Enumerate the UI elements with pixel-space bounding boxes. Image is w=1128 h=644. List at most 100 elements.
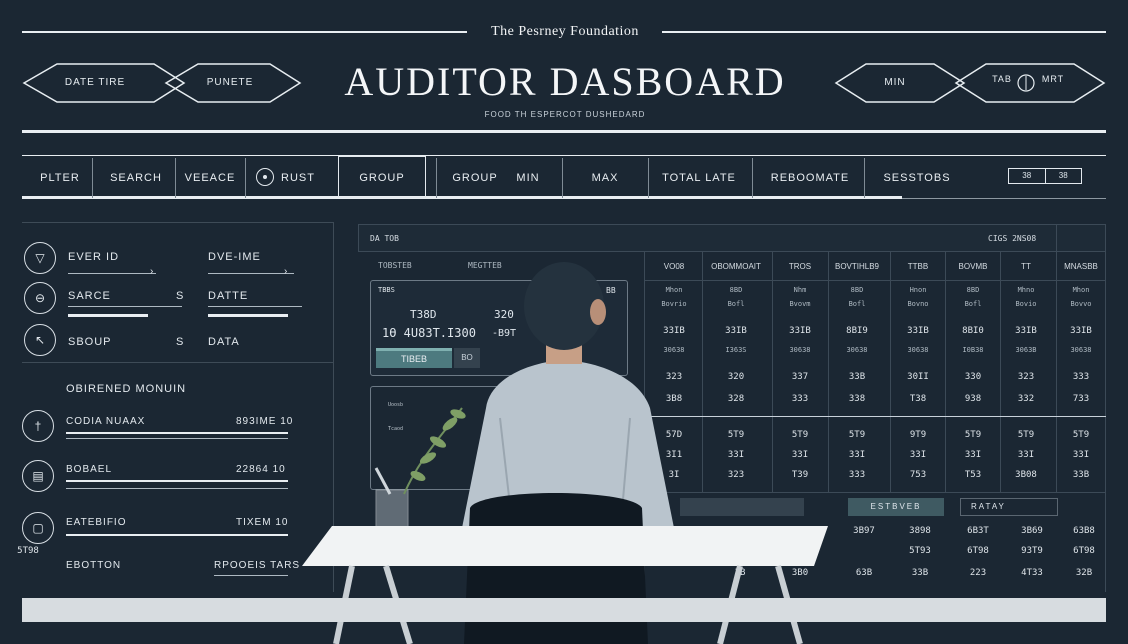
table-cell: T53: [964, 470, 982, 480]
table-cell: 323: [1017, 372, 1035, 382]
table-cell: 93T9: [1021, 546, 1043, 556]
link-icon[interactable]: ⊖: [24, 282, 56, 314]
dve-ime-label: DVE-IME: [208, 251, 261, 263]
min-tag[interactable]: MIN: [870, 77, 920, 88]
table-cell: Mhon: [1072, 286, 1090, 294]
toolbar-divider: [562, 158, 563, 198]
max-tool[interactable]: MAX: [572, 158, 638, 198]
cursor-icon[interactable]: ↖: [24, 324, 56, 356]
punete-tag[interactable]: PUNETE: [185, 77, 275, 88]
mrt-tag[interactable]: MRT: [1036, 74, 1070, 84]
table-cell: 733: [1072, 394, 1090, 404]
toolbar-divider: [648, 158, 649, 198]
pin-icon[interactable]: †: [22, 410, 54, 442]
table-cell: 8BD: [966, 286, 980, 294]
table-cell: 32B: [1075, 568, 1093, 578]
left-panel-top: [22, 222, 334, 223]
table-cell: 33B: [1072, 470, 1090, 480]
tab-tag[interactable]: TAB: [985, 74, 1019, 84]
table-cell: 33IB: [1015, 326, 1037, 336]
main-header-right: CIGS 2NS08: [988, 234, 1037, 243]
toggle-option-1[interactable]: 38: [1009, 169, 1046, 183]
bobael-value: 22864 10: [236, 464, 286, 475]
status-chip-1[interactable]: ESTBVEB: [848, 498, 944, 516]
toolbar-divider: [864, 158, 865, 198]
table-cell: I0B38: [962, 346, 984, 354]
bobael-underline: [66, 488, 288, 489]
box-icon[interactable]: ▢: [22, 512, 54, 544]
filter-icon[interactable]: ▽: [24, 242, 56, 274]
table-cell: Bofl: [964, 300, 982, 308]
column-header[interactable]: TT: [998, 262, 1054, 271]
ever-id-arrow-line: [68, 273, 156, 274]
table-cell: 3898: [909, 526, 931, 536]
bobael-label: BOBAEL: [66, 464, 113, 475]
table-cell: 6T98: [967, 546, 989, 556]
codia-value: 893IME 10: [236, 416, 294, 427]
date-time-tag[interactable]: DATE TIRE: [50, 77, 140, 88]
floor-band: [22, 598, 1106, 622]
view-toggle[interactable]: 38 38: [1008, 168, 1082, 184]
table-cell: Bovvo: [1070, 300, 1092, 308]
ever-id-label: EVER ID: [68, 251, 120, 263]
table-cell: 5T93: [909, 546, 931, 556]
table-cell: 3B69: [1021, 526, 1043, 536]
header-rule-right: [662, 31, 1106, 33]
footer-right-underline: [214, 575, 288, 576]
table-cell: 938: [964, 394, 982, 404]
column-header[interactable]: MNASBB: [1053, 262, 1109, 271]
table-cell: 6T98: [1073, 546, 1095, 556]
table-cell: 3B08: [1015, 470, 1037, 480]
page-title: AUDITOR DASBOARD: [344, 59, 786, 104]
toolbar-divider: [245, 158, 246, 198]
codia-label: CODIA NUAAX: [66, 416, 146, 427]
table-cell: 4T33: [1021, 568, 1043, 578]
table-cell: 5T9: [1017, 430, 1035, 440]
toggle-option-2[interactable]: 38: [1046, 169, 1082, 183]
column-header[interactable]: TTBB: [890, 262, 946, 271]
bobael-bar: [66, 480, 288, 482]
table-cell: 33B: [911, 568, 929, 578]
data-label: DATA: [208, 336, 240, 348]
dve-ime-arrow-line: [208, 273, 294, 274]
table-cell: Hnon: [909, 286, 927, 294]
codia-bar: [66, 432, 288, 434]
total-late-tool[interactable]: TOTAL LATE: [652, 158, 746, 198]
status-chip-2[interactable]: RATAY: [960, 498, 1058, 516]
sboup-label: SBOUP: [68, 336, 112, 348]
foundation-name: The Pesrney Foundation: [491, 24, 639, 39]
rust-tool[interactable]: RUST: [276, 158, 320, 198]
group-tool[interactable]: GROUP: [338, 158, 426, 198]
group-tool-2[interactable]: GROUP: [446, 158, 504, 198]
table-cell: 33I: [1072, 450, 1090, 460]
table-cell: 30638: [907, 346, 929, 354]
card-icon[interactable]: ▤: [22, 460, 54, 492]
column-header[interactable]: BOVMB: [945, 262, 1001, 271]
table-cell: 30638: [1070, 346, 1092, 354]
main-header-left: DA TOB: [370, 234, 399, 243]
table-cell: 63B8: [1073, 526, 1095, 536]
toolbar-divider: [752, 158, 753, 198]
table-cell: 33I: [1017, 450, 1035, 460]
table-cell: 33I: [909, 450, 927, 460]
left-panel-divider: [22, 362, 334, 363]
sarce-label: SARCE: [68, 290, 111, 302]
table-cell: 9T9: [909, 430, 927, 440]
footer-right-label[interactable]: RPOOEIS TARS: [214, 560, 300, 571]
veeace-tool[interactable]: VEEACE: [178, 158, 242, 198]
filter-tool[interactable]: PLTER: [30, 158, 90, 198]
eatebifio-label: EATEBIFIO: [66, 517, 127, 528]
table-cell: 6B3T: [967, 526, 989, 536]
arrow-right-icon: ›: [150, 266, 155, 277]
eatebifio-value: TIXEM 10: [236, 517, 289, 528]
search-tool[interactable]: SEARCH: [100, 158, 172, 198]
toolbar-divider: [175, 158, 176, 198]
reboomate-tool[interactable]: REBOOMATE: [762, 158, 858, 198]
sesstobs-tool[interactable]: SESSTOBS: [872, 158, 962, 198]
table-cell: 5T9: [1072, 430, 1090, 440]
min-tool[interactable]: MIN: [508, 158, 548, 198]
table-cell: 332: [1017, 394, 1035, 404]
eatebifio-bar: [66, 534, 288, 536]
table-cell: 5T9: [964, 430, 982, 440]
toolbar-divider: [436, 158, 437, 198]
